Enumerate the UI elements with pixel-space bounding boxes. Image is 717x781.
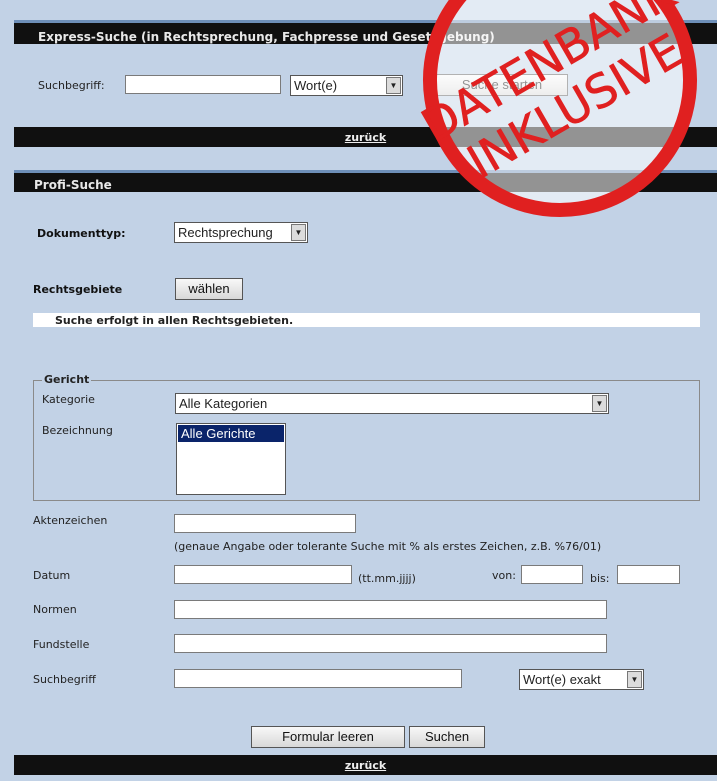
term-input[interactable] [174,669,462,688]
profi-search-title: Profi-Suche [34,178,112,192]
express-start-button[interactable]: Suche starten [436,74,568,96]
express-mode-select[interactable]: Wort(e) ▼ [290,75,403,96]
source-label: Fundstelle [33,638,90,651]
date-format-hint: (tt.mm.jjjj) [358,572,416,585]
areas-label: Rechtsgebiete [33,283,123,296]
date-to-input[interactable] [617,565,680,584]
court-name-listbox[interactable]: Alle Gerichte [176,423,286,495]
norms-label: Normen [33,603,77,616]
court-category-value: Alle Kategorien [179,396,268,411]
doc-type-select[interactable]: Rechtsprechung ▼ [174,222,308,243]
doc-type-label: Dokumenttyp: [37,227,126,240]
express-mode-value: Wort(e) [294,78,338,93]
areas-select-button[interactable]: wählen [175,278,243,300]
profi-back-bar: zurück [14,755,717,775]
term-mode-value: Wort(e) exakt [523,672,601,687]
areas-notice: Suche erfolgt in allen Rechtsgebieten. [33,313,700,327]
chevron-down-icon: ▼ [291,224,306,241]
date-from-input[interactable] [521,565,583,584]
date-to-label: bis: [590,572,610,585]
express-search-label: Suchbegriff: [38,79,105,92]
term-mode-select[interactable]: Wort(e) exakt ▼ [519,669,644,690]
profi-back-link[interactable]: zurück [345,759,386,772]
source-input[interactable] [174,634,607,653]
court-category-label: Kategorie [42,393,95,406]
term-label: Suchbegriff [33,673,96,686]
profi-search-header: Profi-Suche [14,170,717,192]
express-search-input[interactable] [125,75,281,94]
chevron-down-icon: ▼ [627,671,642,688]
clear-form-button[interactable]: Formular leeren [251,726,405,748]
file-number-label: Aktenzeichen [33,514,108,527]
express-search-title: Express-Suche (in Rechtsprechung, Fachpr… [38,30,495,44]
file-number-input[interactable] [174,514,356,533]
express-back-link[interactable]: zurück [345,131,386,144]
court-name-label: Bezeichnung [42,424,113,437]
date-label: Datum [33,569,71,582]
chevron-down-icon: ▼ [386,77,401,94]
court-legend: Gericht [42,373,92,386]
search-button[interactable]: Suchen [409,726,485,748]
court-category-select[interactable]: Alle Kategorien ▼ [175,393,609,414]
date-input[interactable] [174,565,352,584]
chevron-down-icon: ▼ [592,395,607,412]
date-from-label: von: [492,569,516,582]
stamp-line2: INKLUSIVE [458,23,692,189]
file-number-hint: (genaue Angabe oder tolerante Suche mit … [174,540,602,553]
express-back-bar: zurück [14,127,717,147]
express-search-header: Express-Suche (in Rechtsprechung, Fachpr… [14,20,717,44]
court-name-option[interactable]: Alle Gerichte [178,425,284,442]
norms-input[interactable] [174,600,607,619]
doc-type-value: Rechtsprechung [178,225,273,240]
